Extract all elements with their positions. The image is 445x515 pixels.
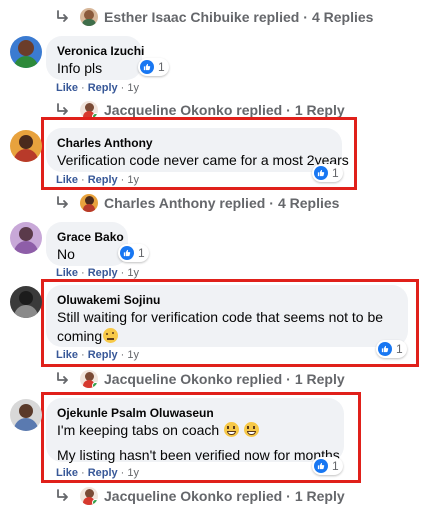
grinning-emoji-icon	[224, 422, 240, 437]
reply-summary-count: 1 Reply	[294, 488, 345, 504]
comment-age: 1y	[127, 267, 139, 279]
avatar-grace[interactable]	[10, 222, 42, 254]
comment-text: I'm keeping tabs on coach	[57, 422, 220, 438]
reply-button[interactable]: Reply	[88, 267, 118, 279]
reply-summary-count: 4 Replies	[311, 9, 374, 25]
comment-author[interactable]: Charles Anthony	[57, 135, 331, 151]
reply-summary-name: Jacqueline Okonko replied	[104, 102, 283, 118]
reply-summary-charles[interactable]: Charles Anthony replied · 4 Replies	[56, 192, 339, 214]
comment-text: No	[57, 246, 75, 262]
reply-summary-name: Esther Isaac Chibuike replied	[104, 9, 300, 25]
reply-button[interactable]: Reply	[88, 467, 118, 479]
comment-bubble: Grace Bako No	[46, 222, 128, 266]
comment-actions: Like · Reply · 1y	[56, 349, 139, 361]
like-icon	[314, 166, 328, 180]
reply-arrow-icon	[56, 103, 70, 117]
like-icon	[120, 246, 134, 260]
like-button[interactable]: Like	[56, 349, 78, 361]
avatar-ojekunle[interactable]	[10, 399, 42, 431]
avatar	[80, 194, 98, 212]
comment-text: Verification code never came for a most …	[57, 152, 349, 168]
comment-actions: Like · Reply · 1y	[56, 174, 139, 186]
reply-button[interactable]: Reply	[88, 349, 118, 361]
avatar	[80, 8, 98, 26]
comment-text: Info pls	[57, 60, 103, 76]
grinning-emoji-icon	[244, 422, 259, 437]
comment-age: 1y	[127, 174, 139, 186]
comment-actions: Like · Reply · 1y	[56, 82, 139, 94]
reply-summary-count: 1 Reply	[294, 371, 345, 387]
reply-summary-jacqueline[interactable]: Jacqueline Okonko replied · 1 Reply	[56, 368, 345, 390]
reply-button[interactable]: Reply	[88, 82, 118, 94]
reaction-count[interactable]: 1	[376, 340, 407, 358]
like-icon	[314, 459, 328, 473]
reply-arrow-icon	[56, 10, 70, 24]
avatar	[80, 487, 98, 505]
reaction-count[interactable]: 1	[312, 457, 343, 475]
comment-age: 1y	[127, 349, 139, 361]
like-button[interactable]: Like	[56, 82, 78, 94]
comment-bubble: Veronica Izuchi Info pls	[46, 36, 144, 80]
like-button[interactable]: Like	[56, 467, 78, 479]
comment-text-2: My listing hasn't been verified now for …	[57, 447, 340, 463]
reply-summary-name: Jacqueline Okonko replied	[104, 488, 283, 504]
comment-actions: Like · Reply · 1y	[56, 267, 139, 279]
like-button[interactable]: Like	[56, 267, 78, 279]
comment-author[interactable]: Ojekunle Psalm Oluwaseun	[57, 405, 333, 421]
avatar-veronica[interactable]	[10, 36, 42, 68]
like-icon	[140, 60, 154, 74]
comment-bubble: Charles Anthony Verification code never …	[46, 128, 349, 172]
comment-author[interactable]: Oluwakemi Sojinu	[57, 292, 397, 308]
reply-summary-jacqueline[interactable]: Jacqueline Okonko replied · 1 Reply	[56, 485, 345, 507]
avatar-charles[interactable]	[10, 130, 42, 162]
comment-bubble: Oluwakemi Sojinu Still waiting for verif…	[46, 285, 408, 347]
comment-age: 1y	[127, 82, 139, 94]
reply-summary-name: Jacqueline Okonko replied	[104, 371, 283, 387]
reply-arrow-icon	[56, 489, 70, 503]
comment-bubble: Ojekunle Psalm Oluwaseun I'm keeping tab…	[46, 398, 344, 463]
comment-author[interactable]: Veronica Izuchi	[57, 43, 144, 59]
reaction-count[interactable]: 1	[118, 244, 149, 262]
like-button[interactable]: Like	[56, 174, 78, 186]
avatar	[80, 370, 98, 388]
comment-age: 1y	[127, 467, 139, 479]
like-icon	[378, 342, 392, 356]
reaction-count[interactable]: 1	[312, 164, 343, 182]
reply-summary-count: 1 Reply	[294, 102, 345, 118]
comment-actions: Like · Reply · 1y	[56, 467, 139, 479]
reply-arrow-icon	[56, 372, 70, 386]
reply-arrow-icon	[56, 196, 70, 210]
reply-summary-esther[interactable]: Esther Isaac Chibuike replied · 4 Replie…	[56, 6, 373, 28]
reply-summary-count: 4 Replies	[277, 195, 340, 211]
avatar-oluwakemi[interactable]	[10, 286, 42, 318]
thinking-emoji-icon	[103, 328, 119, 343]
reply-summary-name: Charles Anthony replied	[104, 195, 266, 211]
reply-button[interactable]: Reply	[88, 174, 118, 186]
comment-author[interactable]: Grace Bako	[57, 229, 124, 245]
reaction-count[interactable]: 1	[138, 58, 169, 76]
